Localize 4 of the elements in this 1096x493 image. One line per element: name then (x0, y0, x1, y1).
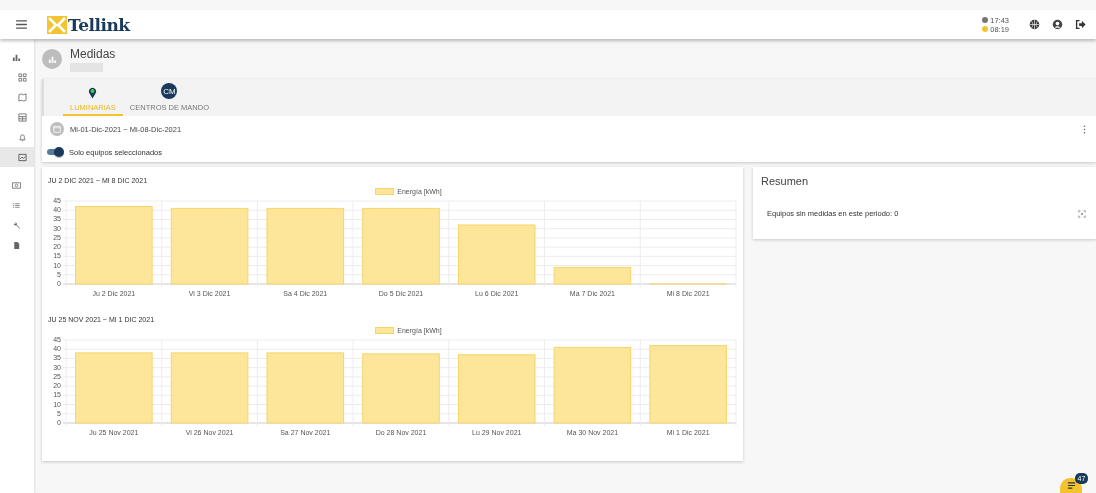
summary-title: Resumen (761, 175, 810, 187)
logo-text: Tellink (68, 14, 130, 35)
page-title: Medidas (70, 46, 116, 61)
initials-avatar: CM (161, 83, 178, 99)
